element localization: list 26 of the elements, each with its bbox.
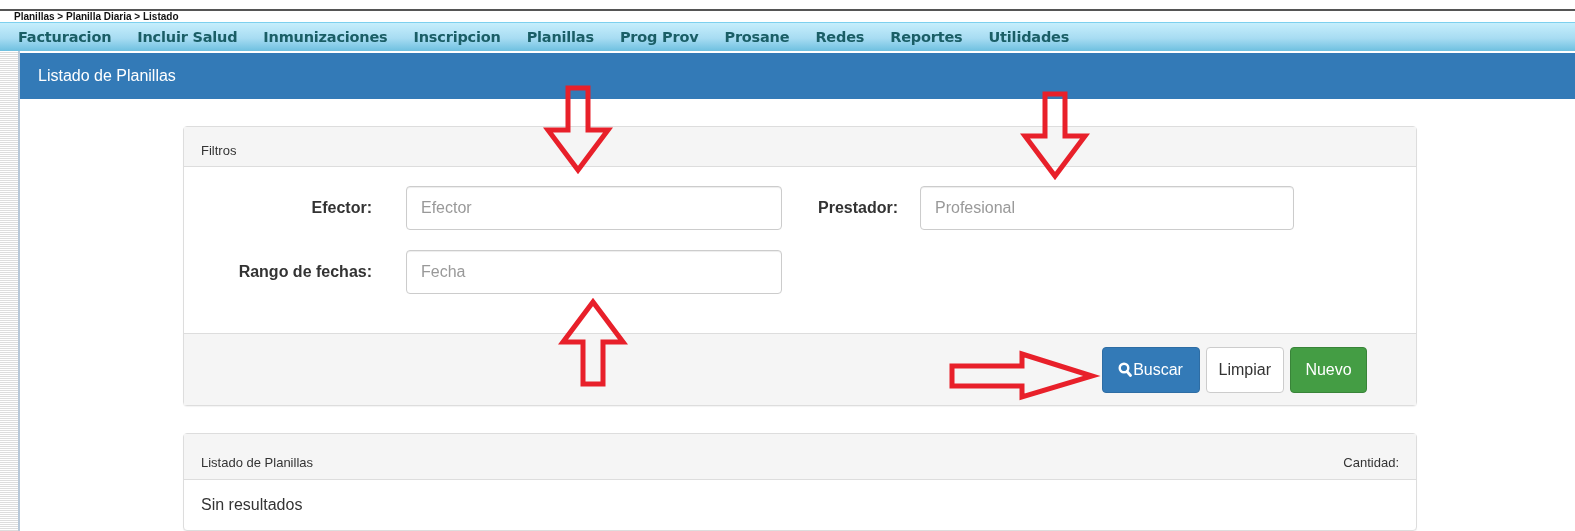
menu-item[interactable]: Incluir Salud bbox=[125, 29, 250, 45]
empty-message: Sin resultados bbox=[200, 495, 304, 515]
panel-title: Filtros bbox=[201, 143, 237, 158]
panel-title: Listado de Planillas bbox=[201, 455, 314, 470]
new-button[interactable]: Nuevo bbox=[1290, 346, 1367, 393]
menu-item[interactable]: Prosane bbox=[712, 29, 802, 45]
field-label: Efector: bbox=[311, 199, 373, 217]
menu-item[interactable]: Planillas bbox=[514, 29, 606, 45]
breadcrumb: Planillas > Planilla Diaria > Listado bbox=[13, 11, 180, 22]
menu-item[interactable]: Prog Prov bbox=[607, 29, 711, 45]
search-button[interactable]: Buscar bbox=[1101, 346, 1200, 393]
menu-item[interactable]: Facturacion bbox=[6, 29, 124, 45]
menu-item[interactable]: Redes bbox=[803, 29, 877, 45]
efector-field[interactable]: Efector bbox=[406, 186, 782, 230]
menu-item[interactable]: Inmunizaciones bbox=[251, 29, 400, 45]
menu-item[interactable]: Inscripcion bbox=[401, 29, 513, 45]
page-title: Listado de Planillas bbox=[20, 53, 1575, 99]
clear-button[interactable]: Limpiar bbox=[1205, 346, 1284, 393]
count-label: Cantidad: bbox=[1343, 455, 1399, 470]
field-label: Prestador: bbox=[818, 199, 899, 217]
menu-item[interactable]: Utilidades bbox=[976, 29, 1082, 45]
menu-item[interactable]: Reportes bbox=[878, 29, 975, 45]
prestador-field[interactable]: Profesional bbox=[920, 186, 1294, 230]
search-icon bbox=[1118, 362, 1133, 377]
date-range-field[interactable]: Fecha bbox=[406, 250, 782, 294]
field-label: Rango de fechas: bbox=[238, 263, 373, 281]
